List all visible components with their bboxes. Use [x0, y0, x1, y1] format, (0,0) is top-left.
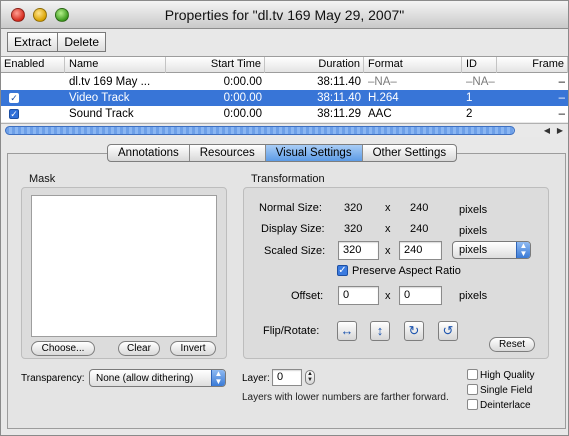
scaled-size-times: x: [385, 245, 391, 257]
column-header-enabled[interactable]: Enabled: [1, 57, 65, 73]
scroll-right-arrow-icon[interactable]: ▶: [554, 125, 566, 136]
settings-tabs: Annotations Resources Visual Settings Ot…: [107, 144, 458, 162]
flip-vertical-icon[interactable]: ↕: [370, 321, 390, 341]
column-header-name[interactable]: Name: [66, 57, 166, 73]
column-header-duration[interactable]: Duration: [266, 57, 364, 73]
layer-field[interactable]: 0: [272, 369, 302, 386]
popup-arrows-icon: ▲ ▼: [211, 370, 225, 386]
scaled-height-field[interactable]: 240: [399, 241, 442, 260]
offset-x-field[interactable]: 0: [338, 286, 379, 305]
layer-stepper[interactable]: ▲ ▼: [305, 370, 315, 385]
mask-image-well[interactable]: [31, 195, 217, 337]
tab-annotations[interactable]: Annotations: [108, 145, 190, 161]
preserve-aspect-checkbox[interactable]: ✓: [337, 265, 348, 276]
mask-choose-button[interactable]: Choose...: [31, 341, 95, 356]
layer-note: Layers with lower numbers are farther fo…: [242, 392, 449, 403]
delete-button[interactable]: Delete: [58, 33, 105, 51]
popup-arrows-icon: ▲ ▼: [516, 242, 530, 258]
layer-label: Layer:: [242, 373, 270, 384]
flip-rotate-label: Flip/Rotate:: [263, 325, 320, 337]
transparency-value: None (allow dithering): [96, 373, 194, 384]
offset-times: x: [385, 290, 391, 302]
window-title: Properties for "dl.tv 169 May 29, 2007": [164, 7, 405, 23]
tab-other-settings[interactable]: Other Settings: [363, 145, 457, 161]
display-size-width: 320: [344, 223, 363, 235]
track-start-time: 0:00.00: [223, 76, 262, 88]
high-quality-checkbox[interactable]: [467, 369, 478, 380]
track-name: dl.tv 169 May ...: [69, 76, 151, 88]
track-name: Sound Track: [69, 108, 134, 120]
track-start-time: 0:00.00: [223, 108, 262, 120]
mask-group-title: Mask: [29, 173, 56, 185]
scaled-units-value: pixels: [459, 244, 488, 256]
mask-invert-button[interactable]: Invert: [170, 341, 216, 356]
scrollbar-thumb[interactable]: [5, 126, 515, 135]
track-format: –NA–: [368, 76, 397, 88]
flip-horizontal-icon[interactable]: ↔: [337, 321, 357, 341]
table-row[interactable]: ✓ Sound Track 0:00.00 38:11.29 AAC 2 –: [1, 106, 568, 122]
display-size-label: Display Size:: [261, 223, 325, 235]
track-toolbar: Extract Delete: [7, 32, 107, 52]
title-bar[interactable]: Properties for "dl.tv 169 May 29, 2007": [1, 1, 568, 29]
single-field-label: Single Field: [480, 385, 533, 396]
scroll-left-arrow-icon[interactable]: ◀: [541, 125, 553, 136]
tracks-table: Enabled Name Start Time Duration Format …: [1, 56, 568, 122]
column-header-id[interactable]: ID: [463, 57, 497, 73]
tab-resources[interactable]: Resources: [190, 145, 266, 161]
horizontal-scrollbar[interactable]: ◀ ▶: [1, 123, 568, 137]
normal-size-label: Normal Size:: [259, 202, 322, 214]
reset-button[interactable]: Reset: [489, 337, 535, 352]
offset-units: pixels: [459, 290, 488, 302]
deinterlace-label: Deinterlace: [480, 400, 531, 411]
track-duration: 38:11.29: [317, 108, 361, 120]
single-field-checkbox[interactable]: [467, 384, 478, 395]
normal-size-times: x: [385, 202, 391, 214]
preserve-aspect-label: Preserve Aspect Ratio: [352, 265, 461, 277]
track-format: AAC: [368, 108, 392, 120]
track-id: –NA–: [466, 76, 495, 88]
transformation-group-title: Transformation: [251, 173, 325, 185]
tab-visual-settings[interactable]: Visual Settings: [265, 145, 363, 161]
track-frame: –: [558, 92, 565, 104]
deinterlace-checkbox[interactable]: [467, 399, 478, 410]
transparency-popup[interactable]: None (allow dithering) ▲ ▼: [89, 369, 226, 387]
scaled-units-popup[interactable]: pixels ▲ ▼: [452, 241, 531, 259]
track-duration: 38:11.40: [317, 76, 361, 88]
normal-size-units: pixels: [459, 204, 488, 216]
display-size-units: pixels: [459, 225, 488, 237]
track-format: H.264: [368, 92, 399, 104]
track-name: Video Track: [69, 92, 130, 104]
offset-label: Offset:: [291, 290, 324, 302]
display-size-height: 240: [410, 223, 429, 235]
column-header-frame[interactable]: Frame: [498, 57, 568, 73]
track-enabled-cell: ✓: [1, 90, 65, 106]
table-row[interactable]: dl.tv 169 May ... 0:00.00 38:11.40 –NA– …: [1, 74, 568, 90]
track-start-time: 0:00.00: [223, 92, 262, 104]
track-frame: –: [558, 108, 565, 120]
table-header: Enabled Name Start Time Duration Format …: [1, 57, 568, 73]
transparency-label: Transparency:: [21, 373, 85, 384]
rotate-clockwise-icon[interactable]: ↻: [404, 321, 424, 341]
scaled-size-label: Scaled Size:: [264, 245, 326, 257]
track-id: 2: [466, 108, 473, 120]
scaled-width-field[interactable]: 320: [338, 241, 379, 260]
track-enabled-checkbox[interactable]: ✓: [9, 93, 19, 103]
offset-y-field[interactable]: 0: [399, 286, 442, 305]
normal-size-height: 240: [410, 202, 429, 214]
track-duration: 38:11.40: [317, 92, 361, 104]
mask-clear-button[interactable]: Clear: [118, 341, 160, 356]
table-row-selected[interactable]: ✓ Video Track 0:00.00 38:11.40 H.264 1 –: [1, 90, 568, 106]
high-quality-label: High Quality: [480, 370, 535, 381]
rotate-counterclockwise-icon[interactable]: ↺: [438, 321, 458, 341]
track-id: 1: [466, 92, 473, 104]
extract-button[interactable]: Extract: [8, 33, 59, 51]
track-frame: –: [558, 76, 565, 88]
normal-size-width: 320: [344, 202, 363, 214]
properties-window: Properties for "dl.tv 169 May 29, 2007" …: [0, 0, 569, 436]
column-header-start-time[interactable]: Start Time: [167, 57, 265, 73]
display-size-times: x: [385, 223, 391, 235]
track-enabled-cell: ✓: [1, 106, 65, 122]
track-enabled-checkbox[interactable]: ✓: [9, 109, 19, 119]
column-header-format[interactable]: Format: [365, 57, 462, 73]
